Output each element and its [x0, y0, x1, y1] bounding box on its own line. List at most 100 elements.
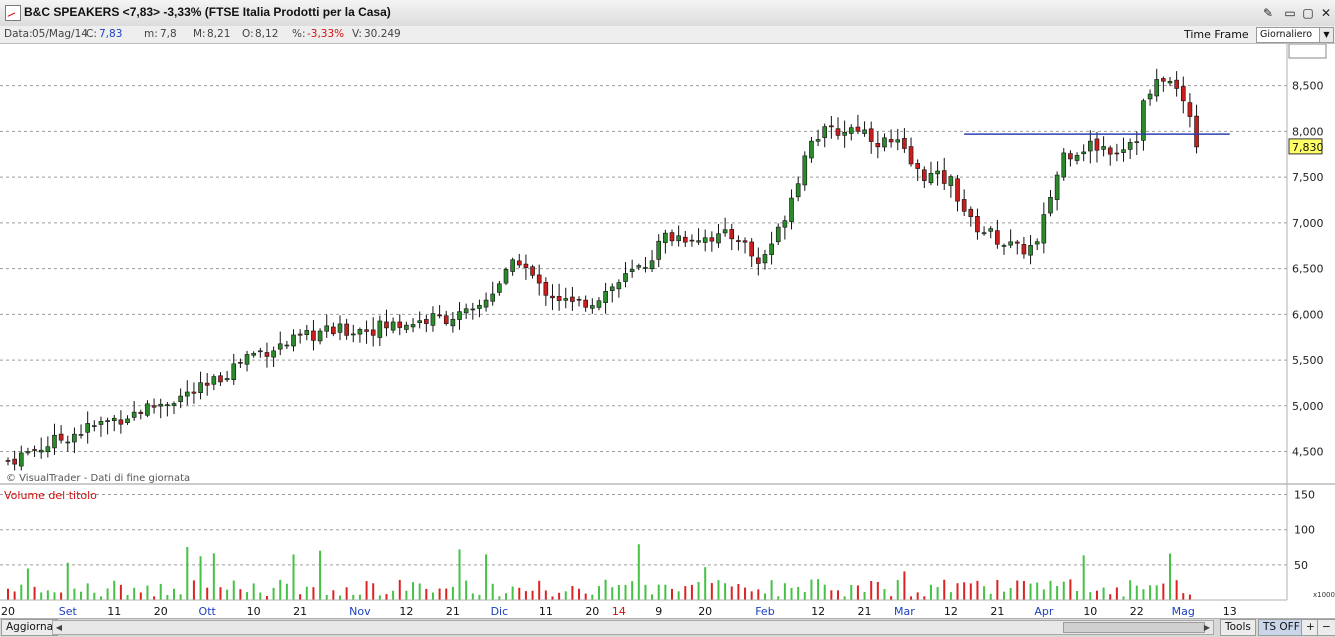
volume-bar — [1076, 590, 1079, 600]
volume-bar — [505, 593, 507, 600]
time-frame-select[interactable]: Giornaliero ▼ — [1256, 27, 1334, 43]
volume-bar — [896, 580, 899, 600]
close-label: C: — [86, 28, 97, 40]
candle-body — [769, 243, 774, 255]
volume-bar — [737, 584, 740, 600]
volume-bar — [1089, 592, 1092, 600]
volume-bar — [863, 591, 866, 600]
candle-body — [1107, 147, 1113, 155]
time-scrollbar[interactable]: ◀ ▶ — [52, 620, 1214, 635]
volume-bar — [717, 580, 720, 600]
candle-body — [829, 125, 834, 128]
tools-button[interactable]: Tools — [1220, 619, 1256, 636]
min-value: 7,8 — [160, 28, 177, 40]
quote-info-bar: Data: 05/Mag/14 C: 7,83 m: 7,8 M: 8,21 O… — [0, 26, 1335, 44]
candle-body — [968, 208, 974, 217]
volume-bar — [119, 584, 122, 600]
candle-body — [649, 260, 655, 270]
candle-body — [284, 344, 290, 347]
candle-body — [1054, 174, 1060, 200]
volume-bar — [60, 592, 63, 600]
close-icon[interactable]: ✕ — [1318, 5, 1334, 21]
volume-bar — [803, 591, 806, 600]
max-label: M: — [193, 28, 206, 40]
volume-bar — [943, 579, 946, 600]
scroll-right-icon[interactable]: ▶ — [1201, 621, 1213, 634]
volume-bar — [20, 584, 23, 600]
maximize-icon[interactable]: ▢ — [1300, 5, 1316, 21]
x-tick-label: Dic — [491, 605, 509, 618]
candle-body — [795, 183, 801, 198]
zoom-out-button[interactable]: − — [1317, 619, 1335, 636]
scroll-left-icon[interactable]: ◀ — [53, 621, 65, 634]
volume-panel-title: Volume del titolo — [4, 489, 97, 502]
candle-body — [258, 350, 263, 353]
volume-bar — [578, 588, 581, 600]
x-tick-label: 21 — [858, 605, 872, 618]
candle-body — [463, 308, 469, 314]
pin-icon[interactable]: ✎ — [1260, 5, 1276, 21]
candle-body — [65, 441, 71, 444]
volume-bar — [339, 595, 341, 600]
candle-body — [1174, 79, 1179, 89]
candle-body — [636, 265, 642, 268]
minimize-icon[interactable]: ▭ — [1282, 5, 1298, 21]
candle-body — [1021, 244, 1027, 255]
volume-bar — [969, 583, 972, 600]
x-tick-label: 12 — [944, 605, 958, 618]
volume-bar — [657, 584, 660, 600]
candle-body — [291, 334, 296, 347]
volume-bar — [206, 587, 209, 600]
x-tick-label: 22 — [1130, 605, 1144, 618]
candle-body — [709, 237, 715, 242]
volume-bar — [438, 588, 441, 600]
scroll-thumb[interactable] — [1063, 622, 1205, 633]
refresh-button[interactable]: Aggiorna — [1, 619, 59, 636]
candle-body — [908, 146, 914, 165]
volume-bar — [192, 580, 195, 600]
candle-body — [238, 362, 243, 364]
candle-body — [676, 235, 681, 242]
candle-body — [350, 333, 356, 336]
dropdown-arrow-icon[interactable]: ▼ — [1319, 28, 1333, 42]
candle-body — [616, 282, 622, 290]
candle-body — [477, 304, 482, 309]
candle-body — [490, 293, 496, 302]
volume-bar — [538, 580, 541, 600]
volume-bar — [1029, 583, 1032, 600]
volume-bar — [996, 579, 999, 600]
volume-bar — [1135, 585, 1138, 600]
volume-bar — [425, 588, 428, 600]
candle-body — [550, 295, 555, 299]
volume-bar — [146, 585, 149, 600]
volume-bar — [936, 587, 939, 600]
volume-bar — [186, 546, 189, 600]
candle-body — [1034, 241, 1040, 245]
bottom-toolbar: Aggiorna ◀ ▶ Tools TS OFF + − — [0, 618, 1335, 637]
volume-bar — [1056, 586, 1059, 600]
candle-body — [563, 298, 569, 301]
candle-body — [324, 325, 330, 332]
candle-body — [868, 128, 874, 142]
candle-body — [689, 239, 695, 242]
volume-bar — [325, 594, 328, 600]
candle-body — [370, 329, 376, 336]
candle-body — [902, 138, 907, 149]
candle-body — [138, 411, 144, 414]
volume-bar — [1022, 581, 1025, 600]
open-value: 8,12 — [255, 28, 279, 40]
volume-bar — [279, 579, 282, 600]
x-tick-label: 13 — [1223, 605, 1237, 618]
price-chart[interactable]: © VisualTrader - Dati di fine giornata V… — [0, 44, 1335, 618]
candle-body — [815, 139, 821, 142]
candle-body — [842, 131, 847, 136]
candle-body — [45, 446, 51, 453]
volume-bar — [1049, 580, 1052, 600]
candle-body — [264, 352, 270, 357]
volume-bar — [465, 580, 468, 600]
candle-body — [1147, 93, 1153, 100]
volume-bar — [1016, 580, 1019, 600]
ts-off-button[interactable]: TS OFF — [1258, 619, 1305, 636]
candle-body — [696, 240, 701, 243]
candle-body — [317, 330, 323, 342]
